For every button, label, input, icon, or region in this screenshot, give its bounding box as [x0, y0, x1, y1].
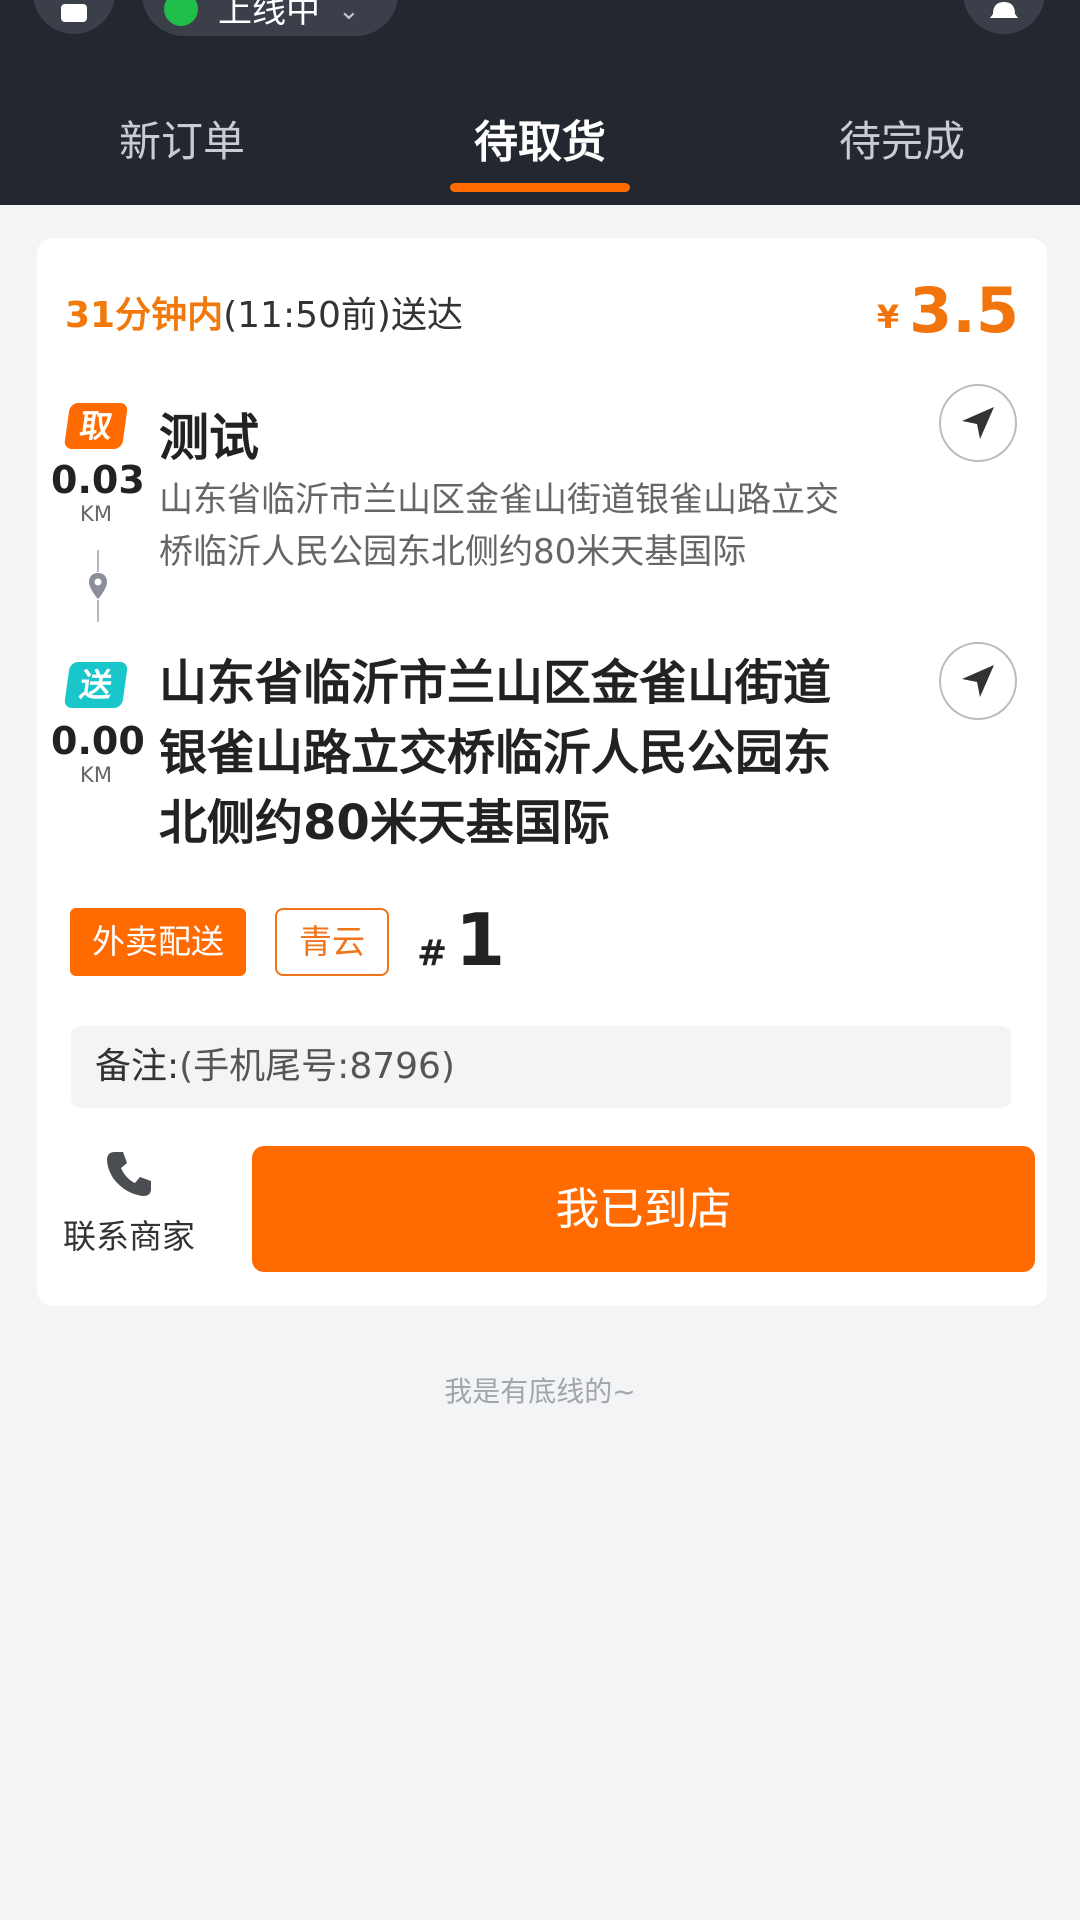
price-currency: ¥	[876, 298, 900, 336]
remark-value: (手机尾号:8796)	[179, 1046, 455, 1087]
notification-button[interactable]	[963, 0, 1045, 34]
pickup-navigate-button[interactable]	[939, 384, 1017, 462]
top-header: 上线中 ⌄ 新订单 待取货 待完成	[0, 0, 1080, 205]
tab-pending-pickup[interactable]: 待取货	[470, 106, 610, 170]
order-tabs: 新订单 待取货 待完成	[0, 96, 1080, 196]
order-price: ¥3.5	[877, 274, 1019, 347]
sequence-hash: #	[417, 933, 448, 974]
profile-button[interactable]	[33, 0, 115, 34]
order-card[interactable]: 31分钟内(11:50前)送达 ¥3.5 取 0.03 KM 测试 山东省临沂市…	[37, 238, 1047, 1306]
dropoff-navigate-button[interactable]	[939, 642, 1017, 720]
user-icon	[61, 4, 87, 22]
active-tab-indicator	[450, 183, 630, 192]
price-amount: 3.5	[909, 274, 1019, 347]
route-connector	[97, 550, 99, 572]
route-connector	[97, 600, 99, 622]
tab-pending-complete[interactable]: 待完成	[832, 108, 972, 169]
pickup-distance-value: 0.03	[51, 458, 145, 502]
dropoff-distance: 0.00 KM	[51, 719, 145, 789]
tab-new-orders[interactable]: 新订单	[112, 108, 252, 169]
pickup-address: 山东省临沂市兰山区金雀山街道银雀山路立交桥临沂人民公园东北侧约80米天基国际	[159, 480, 839, 572]
navigation-arrow-icon	[962, 665, 994, 697]
order-remark: 备注:(手机尾号:8796)	[71, 1026, 1011, 1108]
order-sequence-number: #1	[417, 898, 505, 982]
online-status-label: 上线中	[218, 0, 320, 31]
platform-badge: 青云	[275, 908, 389, 976]
pickup-distance: 0.03 KM	[51, 458, 145, 528]
navigation-arrow-icon	[962, 407, 994, 439]
end-of-list-note: 我是有底线的~	[444, 1375, 636, 1408]
location-pin-icon	[89, 573, 107, 599]
online-status-toggle[interactable]: 上线中 ⌄	[142, 0, 398, 36]
pickup-tag: 取	[63, 403, 129, 449]
remark-label: 备注:	[95, 1046, 180, 1087]
contact-merchant-label: 联系商家	[63, 1217, 195, 1256]
sequence-value: 1	[455, 898, 506, 982]
bell-icon	[990, 2, 1018, 18]
online-status-icon	[164, 0, 198, 26]
phone-icon	[107, 1152, 151, 1196]
delivery-type-badge: 外卖配送	[70, 908, 246, 976]
deadline-text: (11:50前)送达	[223, 295, 463, 336]
pickup-distance-unit: KM	[80, 502, 112, 526]
chevron-down-icon: ⌄	[338, 0, 360, 26]
dropoff-distance-value: 0.00	[51, 719, 145, 763]
dropoff-distance-unit: KM	[80, 763, 112, 787]
dropoff-address: 山东省临沂市兰山区金雀山街道银雀山路立交桥临沂人民公园东北侧约80米天基国际	[159, 655, 832, 851]
dropoff-tag: 送	[63, 662, 129, 708]
delivery-deadline: 31分钟内(11:50前)送达	[65, 286, 463, 338]
deadline-highlight: 31分钟内	[65, 295, 224, 336]
pickup-shop-name: 测试	[159, 409, 259, 467]
contact-merchant-button[interactable]: 联系商家	[59, 1148, 199, 1268]
arrived-at-store-button[interactable]: 我已到店	[252, 1146, 1035, 1272]
